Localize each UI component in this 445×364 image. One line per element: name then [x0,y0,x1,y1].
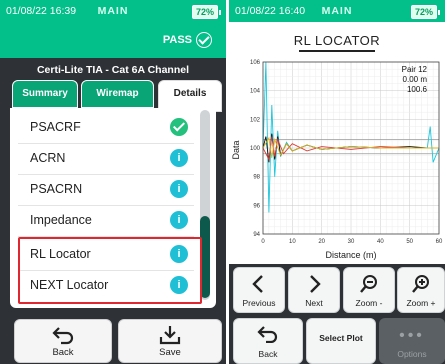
scrollbar-thumb[interactable] [200,216,210,298]
y-tick-label: 96 [253,203,260,209]
previous-button[interactable]: Previous [233,267,285,313]
x-tick-label: 0 [261,239,265,245]
back-button[interactable]: Back [233,318,303,364]
zoom-out-icon [360,275,377,293]
back-arrow-icon [257,326,278,343]
x-tick-label: 10 [289,239,296,245]
info-icon: i [170,211,188,229]
list-item-label: ACRN [30,151,66,165]
readout-pair: Pair 12 [402,65,428,74]
list-item-rl-locator[interactable]: RL Locator i [18,239,194,271]
options-button-label: Options [397,349,427,359]
list-item-label: NEXT Locator [30,278,109,292]
y-tick-label: 98 [253,175,260,181]
title-underline [299,50,375,52]
back-button-label: Back [52,347,74,358]
result-tabs: Summary Wiremap Details [10,80,222,112]
check-circle-icon [196,32,212,48]
previous-button-label: Previous [242,298,276,308]
list-item-label: PSACRN [30,182,83,196]
list-item-psacrf[interactable]: PSACRF [18,112,194,144]
pass-label: PASS [162,34,192,46]
y-tick-label: 106 [250,60,261,66]
back-button[interactable]: Back [14,319,112,363]
back-button-label: Back [258,349,278,359]
x-axis-label: Distance (m) [325,250,376,260]
list-item-psacrn[interactable]: PSACRN i [18,174,194,206]
x-tick-label: 60 [436,239,443,245]
main-details-panel: 01/08/22 16:39 MAIN 72% PASS Certi-Lite … [0,0,226,364]
save-button-label: Save [159,347,181,358]
list-item-label: PSACRF [30,120,81,134]
battery-indicator: 72% [410,5,441,19]
cable-title: Certi-Lite TIA - Cat 6A Channel [36,64,190,76]
battery-indicator: 72% [191,5,222,19]
list-item-next-locator[interactable]: NEXT Locator i [18,270,194,301]
status-bar: 01/08/22 16:40 MAIN 72% [229,0,445,22]
details-list: PSACRF ACRN i PSACRN i Impedance i RL Lo… [10,108,216,308]
list-item-acrn[interactable]: ACRN i [18,143,194,175]
next-button-label: Next [305,298,323,308]
info-icon: i [170,180,188,198]
result-bar: PASS [0,22,226,58]
readout-value: 100.6 [407,85,428,94]
screen-header: RL LOCATOR [229,22,445,58]
x-tick-label: 50 [406,239,413,245]
y-tick-label: 100 [250,146,261,152]
back-arrow-icon [52,327,74,345]
y-tick-label: 94 [253,232,260,238]
next-button[interactable]: Next [288,267,340,313]
list-item-label: RL Locator [30,247,91,261]
options-button[interactable]: ••• Options [379,318,445,364]
y-tick-label: 102 [250,117,261,123]
x-tick-label: 20 [318,239,325,245]
pass-check-icon [170,118,188,136]
y-tick-label: 104 [250,89,261,95]
zoom-out-button[interactable]: Zoom - [343,267,395,313]
zoom-in-button-label: Zoom + [406,298,436,308]
chevron-right-icon [310,275,321,293]
tab-summary[interactable]: Summary [12,80,78,108]
pass-badge: PASS [163,32,212,48]
zoom-out-button-label: Zoom - [355,298,383,308]
info-icon: i [170,276,188,294]
zoom-in-icon [412,275,429,293]
screen-title: RL LOCATOR [293,33,381,48]
info-icon: i [170,149,188,167]
info-icon: i [170,245,188,263]
select-plot-label: Select Plot [319,333,363,343]
readout-distance: 0.00 m [403,75,428,84]
y-axis-label: Data [231,140,241,159]
rl-locator-chart[interactable]: 0 10 20 30 40 50 60949698100102104106 Pair 12 … [229,58,445,262]
status-bar: 01/08/22 16:39 MAIN 72% [0,0,226,22]
chevron-left-icon [252,275,263,293]
list-item-label: Impedance [30,213,92,227]
more-dots-icon: ••• [399,327,425,344]
zoom-in-button[interactable]: Zoom + [397,267,445,313]
save-button[interactable]: Save [118,319,222,363]
list-scrollbar[interactable] [200,110,210,300]
x-tick-label: 40 [377,239,384,245]
x-tick-label: 30 [348,239,355,245]
download-icon [159,326,181,345]
rl-locator-panel: 01/08/22 16:40 MAIN 72% RL LOCATOR 0 10 20… [229,0,445,364]
select-plot-button[interactable]: Select Plot [306,318,376,364]
tab-wiremap[interactable]: Wiremap [81,80,154,108]
list-item-impedance[interactable]: Impedance i [18,205,194,237]
